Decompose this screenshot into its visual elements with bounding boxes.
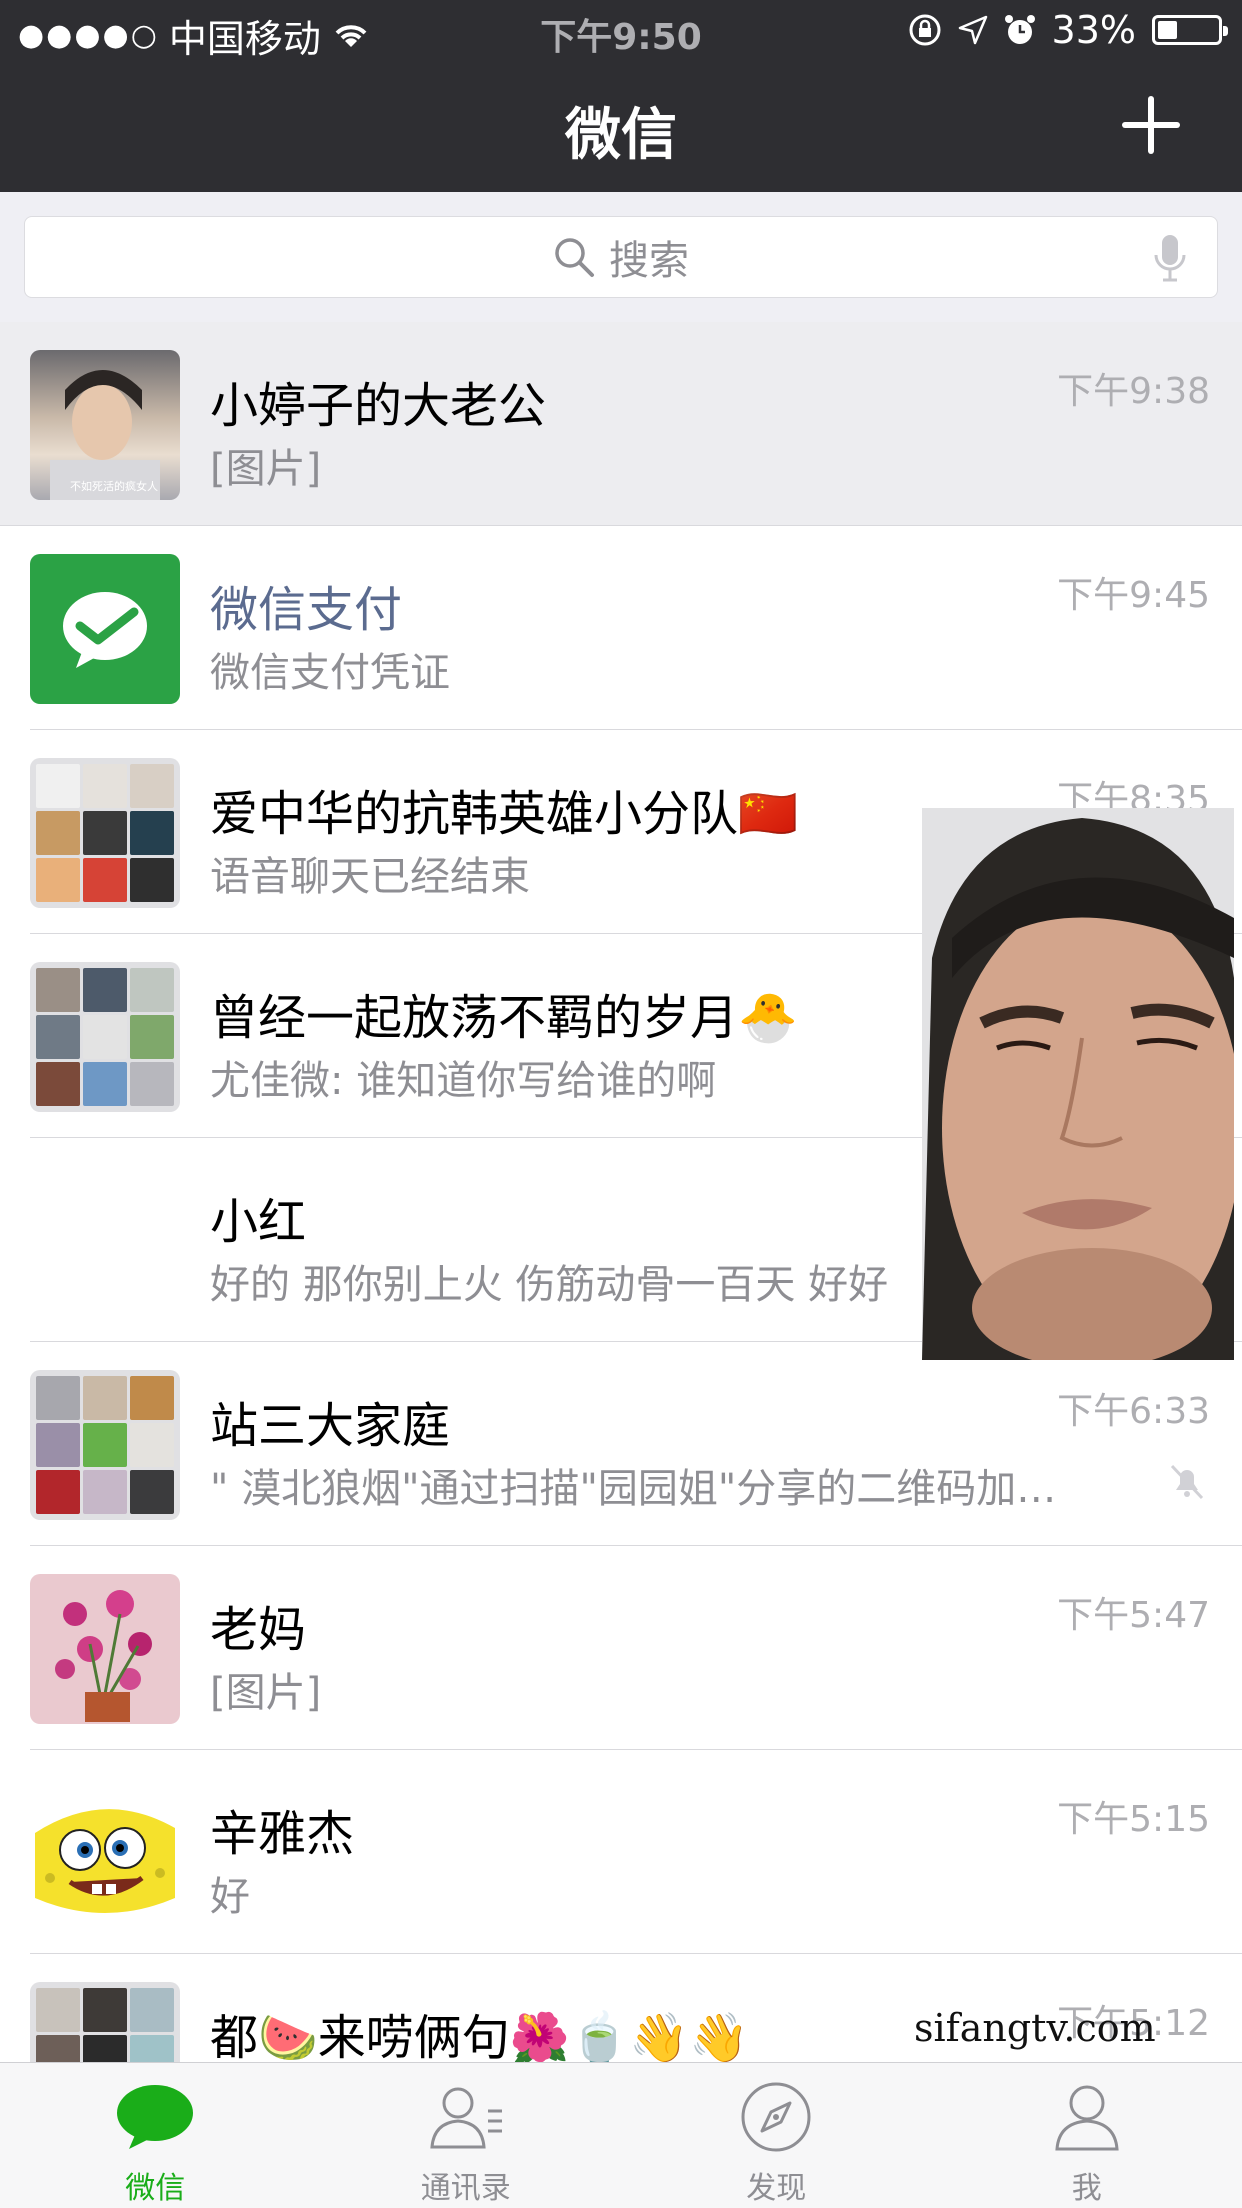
tab-label: 发现	[746, 2171, 807, 2206]
avatar	[30, 1778, 180, 1928]
tab-chats[interactable]: 微信	[0, 2063, 311, 2208]
chat-preview: [图片]	[210, 446, 322, 492]
avatar	[30, 554, 180, 704]
status-right-group: 33%	[908, 8, 1228, 52]
battery-percent: 33%	[1051, 8, 1136, 52]
person-icon	[1055, 2085, 1119, 2151]
compass-icon	[741, 2082, 811, 2152]
search-icon	[555, 238, 594, 277]
battery-fill	[1158, 21, 1177, 39]
chat-row[interactable]: 不如死活的疯女人 小婷子的大老公 [图片] 下午9:38	[0, 322, 1242, 526]
chat-name: 微信支付	[210, 582, 403, 638]
add-plus-button[interactable]	[1122, 96, 1180, 154]
tab-label: 通讯录	[420, 2171, 511, 2206]
chat-row[interactable]: 微信支付 微信支付凭证 下午9:45	[0, 526, 1242, 730]
chat-time: 下午9:38	[1057, 371, 1210, 412]
chat-time: 下午5:15	[1057, 1799, 1210, 1840]
flower-avatar	[55, 1590, 152, 1722]
status-bar: ●●●●○ 中国移动 下午9:50 33%	[0, 0, 1242, 62]
chat-time: 下午9:45	[1057, 575, 1210, 616]
video-call-overlay[interactable]	[922, 808, 1234, 1360]
group-avatar-grid	[30, 962, 180, 1112]
tab-label: 我	[1071, 2171, 1102, 2206]
watermark-text: sifangtv.com	[914, 2006, 1156, 2050]
mute-bell-icon	[1170, 1464, 1204, 1500]
search-area: 搜索	[0, 192, 1242, 322]
contacts-icon	[430, 2087, 502, 2149]
top-bar: ●●●●○ 中国移动 下午9:50 33% 微信	[0, 0, 1242, 192]
chat-name: 爱中华的抗韩英雄小分队🇨🇳	[210, 786, 798, 842]
group-avatar	[30, 962, 180, 1112]
wechat-pay-icon	[63, 592, 147, 668]
chat-name: 小红	[210, 1194, 307, 1250]
chat-preview: 语音聊天已经结束	[210, 854, 530, 900]
orientation-lock-icon	[909, 14, 941, 46]
chat-preview: 微信支付凭证	[210, 650, 450, 696]
chat-preview: [图片]	[210, 1670, 322, 1716]
group-avatar	[30, 1370, 180, 1520]
chat-preview: 好	[210, 1874, 250, 1920]
chat-time: 下午5:47	[1057, 1595, 1210, 1636]
chat-row[interactable]: 老妈 [图片] 下午5:47	[0, 1546, 1242, 1750]
avatar	[30, 1166, 180, 1316]
group-avatar	[30, 758, 180, 908]
search-inner: 搜索	[25, 217, 1217, 297]
avatar	[30, 1574, 180, 1724]
tab-discover[interactable]: 发现	[621, 2063, 932, 2208]
tab-contacts[interactable]: 通讯录	[311, 2063, 622, 2208]
video-face-image	[922, 808, 1234, 1360]
search-placeholder: 搜索	[609, 238, 689, 284]
chat-preview: " 漠北狼烟"通过扫描"园园姐"分享的二维码加…	[210, 1466, 1057, 1512]
search-input[interactable]: 搜索	[24, 216, 1218, 298]
tab-me[interactable]: 我	[932, 2063, 1242, 2208]
group-avatar-grid	[30, 758, 180, 908]
chat-name: 辛雅杰	[210, 1806, 355, 1862]
avatar: 不如死活的疯女人	[30, 350, 180, 500]
group-avatar-grid	[30, 1370, 180, 1520]
chat-preview: 好的 那你别上火 伤筋动骨一百天 好好	[210, 1262, 889, 1308]
spongebob-avatar	[35, 1809, 175, 1913]
tab-label: 微信	[125, 2171, 186, 2206]
page-title: 微信	[565, 103, 677, 168]
chat-name: 老妈	[210, 1602, 307, 1658]
chat-row[interactable]: 站三大家庭 " 漠北狼烟"通过扫描"园园姐"分享的二维码加… 下午6:33	[0, 1342, 1242, 1546]
chat-row[interactable]: 辛雅杰 好 下午5:15	[0, 1750, 1242, 1954]
microphone-icon[interactable]	[1153, 233, 1187, 283]
chat-name: 曾经一起放荡不羁的岁月🐣	[210, 990, 798, 1046]
chat-time: 下午6:33	[1057, 1391, 1210, 1432]
chat-name: 小婷子的大老公	[210, 378, 547, 434]
alarm-icon	[1004, 15, 1035, 44]
battery-icon	[1152, 15, 1228, 45]
chat-preview: 尤佳微: 谁知道你写给谁的啊	[210, 1058, 717, 1104]
chat-name: 都🍉来唠俩句🌺🍵👋👋	[210, 2010, 749, 2066]
chat-name: 站三大家庭	[210, 1398, 451, 1454]
avatar-caption: 不如死活的疯女人	[70, 480, 158, 493]
chat-bubble-icon	[117, 2085, 194, 2149]
location-arrow-icon	[958, 15, 987, 45]
tab-bar: 微信 通讯录 发现 我	[0, 2062, 1242, 2208]
